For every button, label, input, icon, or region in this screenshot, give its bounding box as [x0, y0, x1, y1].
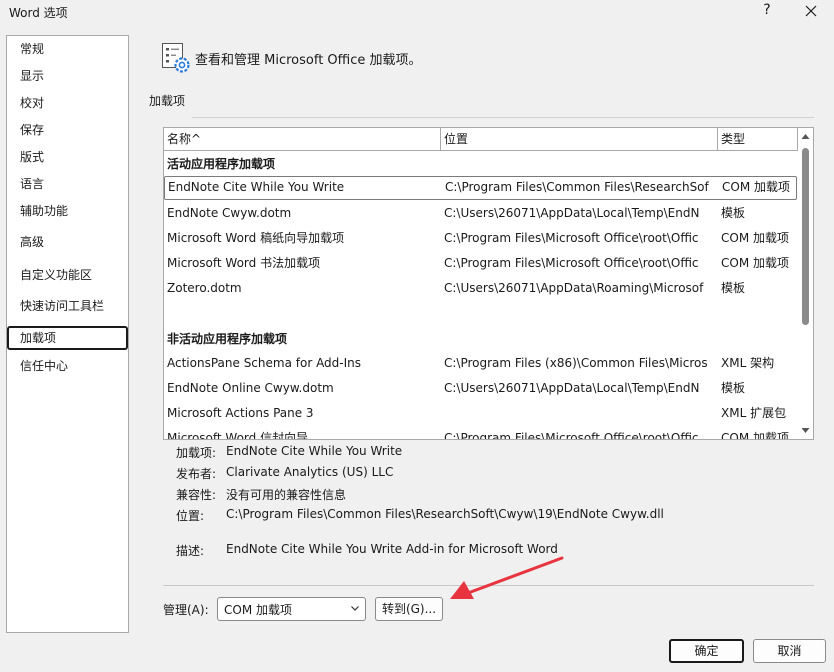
section-divider [192, 117, 814, 118]
table-row[interactable]: Microsoft Actions Pane 3 XML 扩展包 [164, 401, 797, 425]
detail-publisher-value: Clarivate Analytics (US) LLC [226, 465, 394, 479]
nav-item-layout[interactable]: 版式 [7, 145, 128, 169]
goto-button[interactable]: 转到(G)... [375, 597, 443, 621]
page-header-text: 查看和管理 Microsoft Office 加载项。 [195, 53, 422, 68]
detail-location-label: 位置: [176, 509, 205, 523]
chevron-down-icon [351, 606, 359, 611]
manage-label: 管理(A): [163, 603, 209, 617]
column-header-type[interactable]: 类型 [718, 128, 798, 151]
nav-item-general[interactable]: 常规 [7, 37, 128, 61]
table-row[interactable]: EndNote Cwyw.dotm C:\Users\26071\AppData… [164, 201, 797, 225]
group-header-active: 活动应用程序加载项 [167, 157, 276, 171]
window-title: Word 选项 [9, 6, 68, 20]
table-row[interactable]: Microsoft Word 稿纸向导加载项 C:\Program Files\… [164, 226, 797, 250]
nav-item-customize-ribbon[interactable]: 自定义功能区 [7, 263, 128, 287]
nav-item-save[interactable]: 保存 [7, 118, 128, 142]
nav-item-proofing[interactable]: 校对 [7, 91, 128, 115]
manage-select[interactable]: COM 加载项 [217, 597, 366, 621]
nav-item-advanced[interactable]: 高级 [7, 230, 128, 254]
close-icon [805, 5, 817, 17]
table-row[interactable]: EndNote Online Cwyw.dotm C:\Users\26071\… [164, 376, 797, 400]
manage-select-value: COM 加载项 [224, 603, 292, 617]
group-header-inactive: 非活动应用程序加载项 [167, 332, 288, 346]
table-row[interactable]: EndNote Cite While You Write C:\Program … [164, 176, 797, 200]
section-title: 加载项 [149, 94, 186, 108]
nav-item-language[interactable]: 语言 [7, 172, 128, 196]
ok-button[interactable]: 确定 [669, 639, 744, 663]
title-bar: Word 选项 ? [0, 0, 834, 28]
nav-item-accessibility[interactable]: 辅助功能 [7, 199, 128, 223]
close-button[interactable] [797, 0, 825, 24]
category-nav: 常规 显示 校对 保存 版式 语言 辅助功能 高级 自定义功能区 快速访问工具栏… [6, 35, 129, 633]
detail-desc-label: 描述: [176, 544, 205, 558]
table-row[interactable]: Microsoft Word 信封向导 C:\Program Files\Mic… [164, 426, 797, 439]
table-row[interactable]: ActionsPane Schema for Add-Ins C:\Progra… [164, 351, 797, 375]
nav-item-trust-center[interactable]: 信任中心 [7, 354, 128, 378]
nav-item-display[interactable]: 显示 [7, 64, 128, 88]
scroll-up-icon[interactable] [801, 132, 810, 141]
detail-compat-value: 没有可用的兼容性信息 [226, 488, 347, 502]
addins-list[interactable]: 名称^ 位置 类型 活动应用程序加载项 EndNote Cite While Y… [163, 127, 814, 440]
cancel-button[interactable]: 取消 [753, 639, 826, 663]
detail-publisher-label: 发布者: [176, 467, 217, 481]
detail-compat-label: 兼容性: [176, 488, 217, 502]
annotation-arrow-icon [450, 556, 564, 599]
table-row[interactable]: Zotero.dotm C:\Users\26071\AppData\Roami… [164, 276, 797, 300]
list-scrollbar[interactable] [798, 128, 813, 439]
addins-gear-icon [162, 43, 190, 73]
help-button[interactable]: ? [758, 2, 776, 22]
nav-item-quick-access-toolbar[interactable]: 快速访问工具栏 [7, 294, 128, 318]
column-header-location[interactable]: 位置 [441, 128, 718, 151]
detail-desc-value: EndNote Cite While You Write Add-in for … [226, 542, 558, 556]
nav-item-addins[interactable]: 加载项 [7, 326, 128, 350]
column-header-name[interactable]: 名称^ [164, 128, 441, 151]
detail-location-value: C:\Program Files\Common Files\ResearchSo… [226, 507, 664, 521]
scroll-down-icon[interactable] [801, 426, 810, 435]
detail-addin-value: EndNote Cite While You Write [226, 444, 403, 458]
sort-asc-icon: ^ [191, 132, 202, 146]
detail-addin-label: 加载项: [176, 446, 217, 460]
scroll-thumb[interactable] [802, 148, 809, 325]
table-row[interactable]: Microsoft Word 书法加载项 C:\Program Files\Mi… [164, 251, 797, 275]
